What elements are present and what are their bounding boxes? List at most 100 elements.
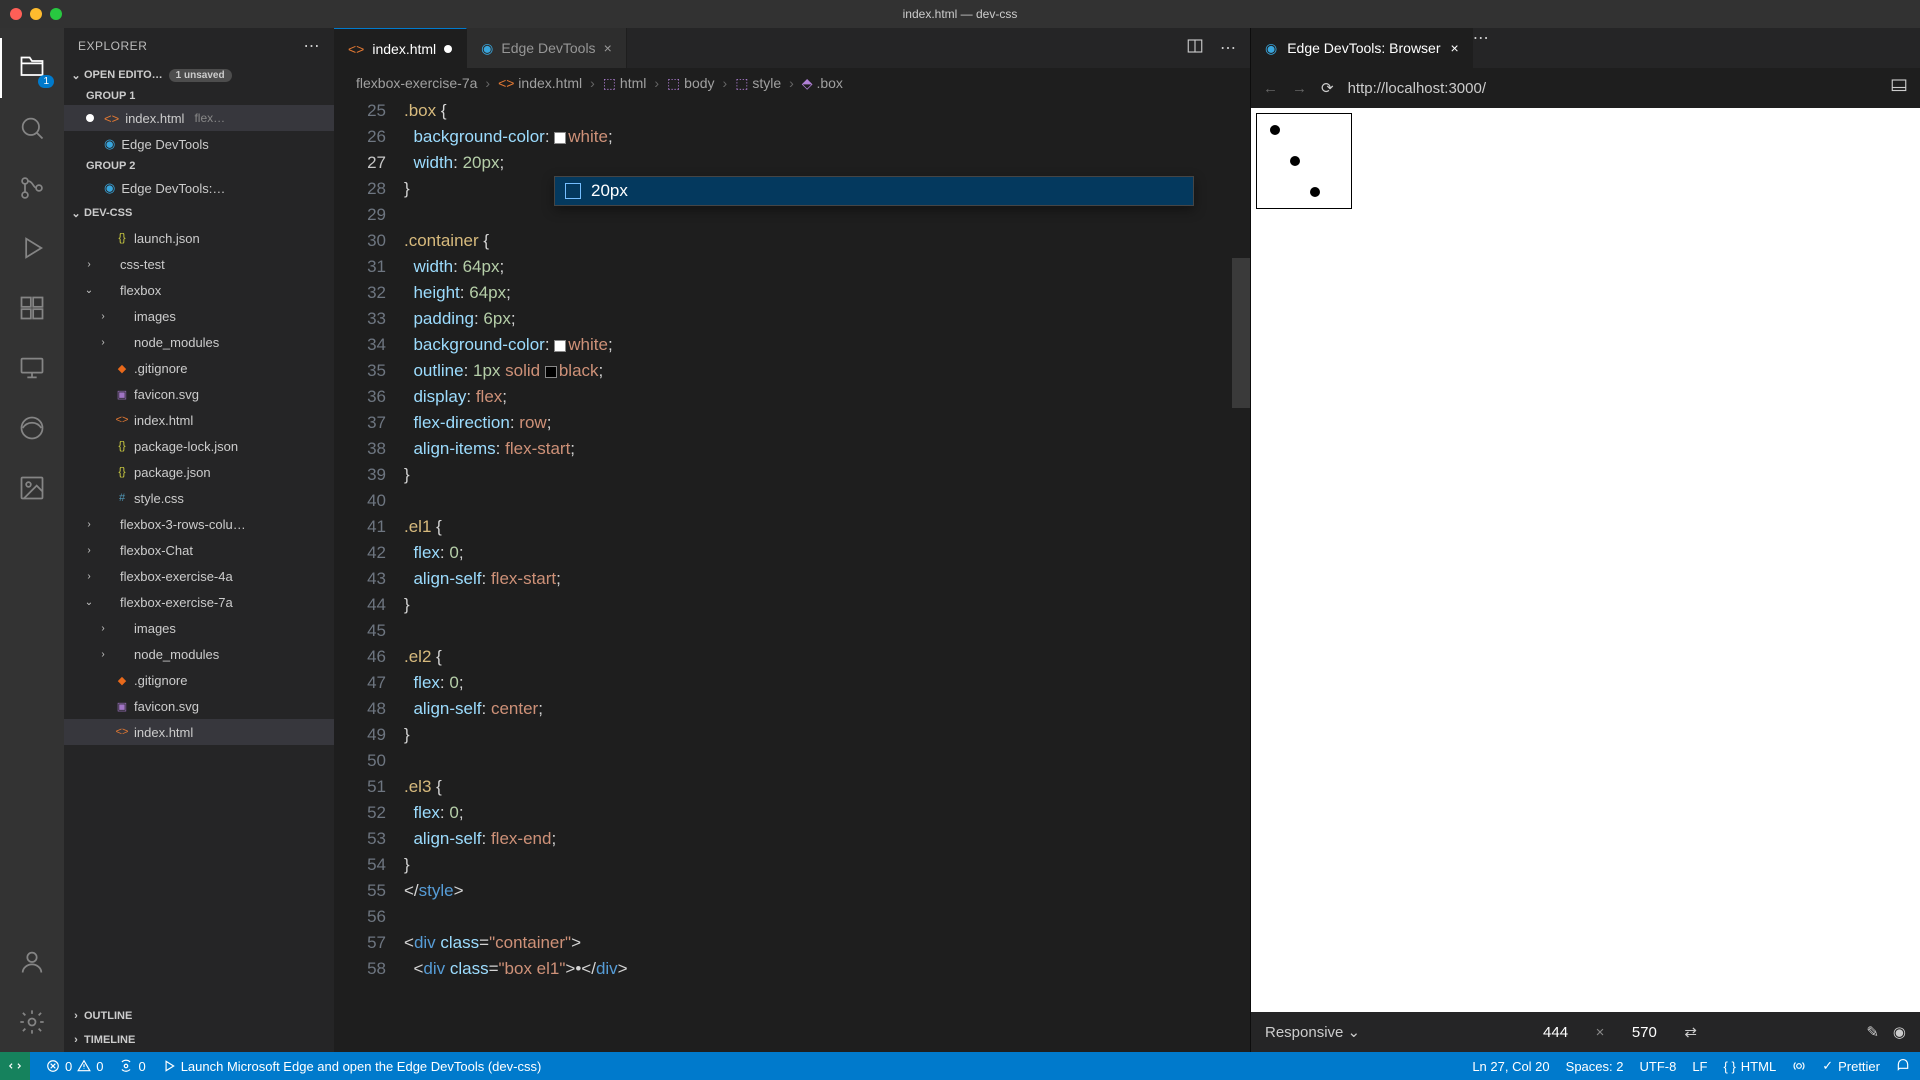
tree-item[interactable]: ›css-test [64, 251, 334, 277]
close-tab-icon[interactable]: × [1451, 40, 1459, 56]
open-editor-item[interactable]: <>index.htmlflex… [64, 105, 334, 131]
indentation-button[interactable]: Spaces: 2 [1566, 1059, 1624, 1074]
editor-more-icon[interactable]: ⋯ [1220, 38, 1236, 58]
emulation-settings-icon[interactable]: ◉ [1893, 1023, 1906, 1041]
tree-item[interactable]: ⌄flexbox [64, 277, 334, 303]
sidebar-title: EXPLORER [78, 39, 147, 53]
explorer-icon[interactable]: 1 [0, 38, 64, 98]
tree-item[interactable]: ›images [64, 615, 334, 641]
minimap[interactable] [1232, 98, 1250, 1052]
project-header[interactable]: ⌄ DEV-CSS [64, 201, 334, 225]
rotate-icon[interactable]: ⇄ [1684, 1023, 1697, 1041]
split-editor-icon[interactable] [1186, 37, 1204, 60]
code-editor[interactable]: 2526272829303132333435363738394041424344… [334, 98, 1250, 1052]
search-icon[interactable] [0, 98, 64, 158]
tree-item[interactable]: ◆.gitignore [64, 355, 334, 381]
prettier-button[interactable]: Prettier [1822, 1058, 1880, 1074]
breadcrumb[interactable]: flexbox-exercise-7a›<> index.html›⬚ html… [334, 68, 1250, 98]
encoding-button[interactable]: UTF-8 [1639, 1059, 1676, 1074]
close-window-button[interactable] [10, 8, 22, 20]
breadcrumb-item[interactable]: ⬚ body [667, 75, 714, 92]
status-bar: 0 0 0 Launch Microsoft Edge and open the… [0, 1052, 1920, 1080]
tree-item[interactable]: {}launch.json [64, 225, 334, 251]
breadcrumb-item[interactable]: <> index.html [498, 75, 582, 91]
browser-viewport[interactable] [1251, 108, 1920, 1012]
line-gutter: 2526272829303132333435363738394041424344… [334, 98, 404, 1052]
problems-button[interactable]: 0 0 [46, 1059, 103, 1074]
minimap-thumb[interactable] [1232, 258, 1250, 408]
tab-actions: ⋯ [1172, 28, 1250, 68]
tree-item[interactable]: {}package.json [64, 459, 334, 485]
launch-task-button[interactable]: Launch Microsoft Edge and open the Edge … [162, 1059, 542, 1074]
edge-icon: ◉ [104, 180, 115, 196]
viewport-width-input[interactable] [1530, 1024, 1582, 1041]
tree-item[interactable]: ›flexbox-Chat [64, 537, 334, 563]
remote-indicator[interactable] [0, 1052, 30, 1080]
accounts-icon[interactable] [0, 932, 64, 992]
remote-explorer-icon[interactable] [0, 338, 64, 398]
open-editor-item[interactable]: ◉Edge DevTools:… [64, 175, 334, 201]
autocomplete-popup[interactable]: 20px [554, 176, 1194, 206]
devtools-dock-icon[interactable] [1890, 77, 1908, 99]
tree-item[interactable]: ›images [64, 303, 334, 329]
sidebar-more-icon[interactable]: ⋯ [304, 36, 321, 56]
extensions-icon[interactable] [0, 278, 64, 338]
tree-item[interactable]: ▣favicon.svg [64, 381, 334, 407]
json-icon: {} [114, 230, 130, 246]
notifications-icon[interactable] [1896, 1059, 1910, 1073]
tree-item[interactable]: ›node_modules [64, 329, 334, 355]
minimize-window-button[interactable] [30, 8, 42, 20]
autocomplete-item[interactable]: 20px [555, 177, 1193, 205]
open-editors-header[interactable]: ⌄ OPEN EDITO… 1 unsaved [64, 63, 334, 87]
forward-icon[interactable]: → [1292, 80, 1307, 97]
breadcrumb-item[interactable]: ⬚ html [603, 75, 647, 92]
run-debug-icon[interactable] [0, 218, 64, 278]
tree-item[interactable]: #style.css [64, 485, 334, 511]
breadcrumb-item[interactable]: ⬘ .box [802, 75, 843, 92]
tree-item[interactable]: ▣favicon.svg [64, 693, 334, 719]
code-content[interactable]: 20px .box { background-color: white; wid… [404, 98, 1250, 1052]
folder-icon [100, 256, 116, 272]
browser-more-icon[interactable]: ⋯ [1473, 30, 1489, 47]
tree-item[interactable]: ›flexbox-exercise-4a [64, 563, 334, 589]
timeline-header[interactable]: ›TIMELINE [64, 1028, 334, 1052]
open-editor-item[interactable]: ◉Edge DevTools [64, 131, 334, 157]
back-icon[interactable]: ← [1263, 80, 1278, 97]
url-input[interactable] [1348, 80, 1876, 97]
edge-tools-icon[interactable] [0, 398, 64, 458]
breadcrumb-item[interactable]: ⬚ style [735, 75, 781, 92]
viewport-height-input[interactable] [1618, 1024, 1670, 1041]
breadcrumb-item[interactable]: flexbox-exercise-7a [356, 75, 477, 91]
edge-icon: ◉ [104, 136, 115, 152]
ports-button[interactable]: 0 [119, 1059, 145, 1074]
tree-item[interactable]: {}package-lock.json [64, 433, 334, 459]
folder-icon [114, 620, 130, 636]
screenshot-icon[interactable]: ✎ [1866, 1023, 1879, 1041]
editor-tab[interactable]: ◉Edge DevTools× [467, 28, 627, 68]
folder-icon [100, 516, 116, 532]
image-preview-icon[interactable] [0, 458, 64, 518]
language-mode-button[interactable]: { } HTML [1724, 1059, 1777, 1074]
tree-item[interactable]: <>index.html [64, 407, 334, 433]
tree-item[interactable]: ›flexbox-3-rows-colu… [64, 511, 334, 537]
settings-gear-icon[interactable] [0, 992, 64, 1052]
html-icon: <> [114, 412, 130, 428]
device-select[interactable]: Responsive ⌄ [1265, 1023, 1360, 1041]
go-live-button[interactable] [1792, 1059, 1806, 1073]
maximize-window-button[interactable] [50, 8, 62, 20]
editor-tab[interactable]: <>index.html [334, 28, 467, 68]
tree-item[interactable]: ⌄flexbox-exercise-7a [64, 589, 334, 615]
folder-icon [100, 282, 116, 298]
tree-item[interactable]: ›node_modules [64, 641, 334, 667]
reload-icon[interactable]: ⟳ [1321, 79, 1334, 97]
tree-item[interactable]: <>index.html [64, 719, 334, 745]
eol-button[interactable]: LF [1692, 1059, 1707, 1074]
tree-item[interactable]: ◆.gitignore [64, 667, 334, 693]
outline-header[interactable]: ›OUTLINE [64, 1004, 334, 1028]
close-tab-icon[interactable]: × [604, 40, 612, 56]
browser-tab[interactable]: ◉ Edge DevTools: Browser × [1251, 28, 1473, 68]
css-icon: # [114, 490, 130, 506]
json-icon: {} [114, 464, 130, 480]
cursor-position[interactable]: Ln 27, Col 20 [1472, 1059, 1549, 1074]
source-control-icon[interactable] [0, 158, 64, 218]
